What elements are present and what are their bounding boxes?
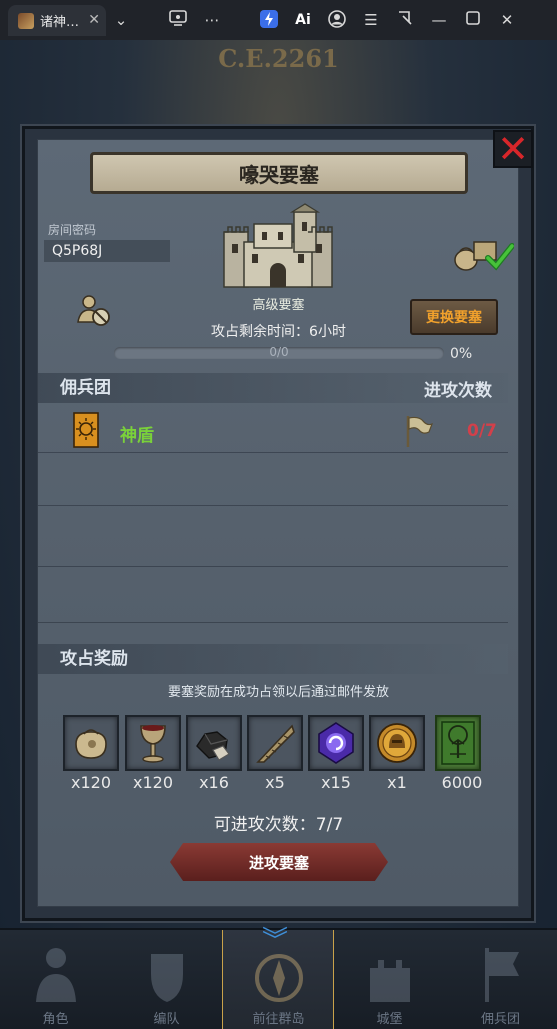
nav-item-character[interactable]: 角色 bbox=[0, 930, 111, 1029]
occupy-progress-bar: 0/0 bbox=[114, 345, 444, 359]
reward-slot-sack[interactable] bbox=[63, 715, 119, 771]
remaining-attacks: 可进攻次数：7/7 bbox=[213, 815, 344, 835]
goblet-icon bbox=[140, 725, 166, 763]
sack-icon bbox=[75, 729, 107, 759]
attack-fortress-button[interactable]: 进攻要塞 bbox=[170, 843, 388, 881]
dialog-title: 嚎哭要塞 bbox=[239, 162, 319, 187]
window-close-icon[interactable]: ✕ bbox=[496, 10, 518, 30]
horn-icon bbox=[256, 724, 295, 763]
reward-qty: x5 bbox=[265, 773, 285, 792]
castle-icon bbox=[223, 203, 333, 288]
loot-collected-icon bbox=[454, 241, 514, 271]
occupy-progress-text: 0/0 bbox=[269, 345, 289, 359]
attack-count-header: 进攻次数 bbox=[424, 381, 492, 401]
nav-indicator-chevron-icon: ︾ bbox=[262, 926, 289, 956]
ore-icon bbox=[196, 731, 230, 761]
tab-close-icon[interactable]: ✕ bbox=[88, 12, 100, 28]
room-password-value: Q5P68J bbox=[44, 240, 170, 262]
attack-fortress-label: 进攻要塞 bbox=[248, 853, 309, 872]
browser-tab-bar: 诸神… ✕ ⌄ ⋯ Ai ☰ — ✕ bbox=[0, 0, 557, 40]
nav-label: 佣兵团 bbox=[480, 1012, 520, 1027]
character-icon bbox=[36, 948, 76, 1002]
mercenary-banner-icon bbox=[485, 948, 519, 1002]
occupy-time-left: 攻占剩余时间：6小时 bbox=[211, 324, 346, 340]
row-divider bbox=[38, 566, 508, 567]
reward-slot-ore[interactable] bbox=[186, 715, 242, 771]
crystal-icon bbox=[318, 722, 354, 764]
formation-icon bbox=[151, 954, 183, 1002]
mercenary-name[interactable]: 神盾 bbox=[120, 421, 154, 446]
maximize-icon[interactable] bbox=[462, 10, 484, 30]
mercenary-attack-count: 0/7 bbox=[467, 421, 497, 441]
reward-slot-guild-banner[interactable] bbox=[435, 715, 481, 771]
dialog-title-banner: 嚎哭要塞 bbox=[90, 152, 468, 194]
browser-tab[interactable]: 诸神… ✕ bbox=[8, 5, 106, 36]
more-icon[interactable]: ⋯ bbox=[201, 10, 223, 30]
nav-label: 城堡 bbox=[376, 1012, 403, 1027]
reward-qty: x16 bbox=[199, 773, 229, 792]
reward-slot-goblet[interactable] bbox=[125, 715, 181, 771]
reward-qty: x1 bbox=[387, 773, 407, 792]
nav-item-mercenary[interactable]: 佣兵团 bbox=[445, 930, 557, 1029]
minimize-icon[interactable]: — bbox=[428, 10, 450, 30]
tab-title: 诸神… bbox=[40, 15, 80, 30]
helmet-coin-icon bbox=[377, 723, 417, 763]
era-label: C.E.2261 bbox=[218, 44, 339, 73]
reward-header: 攻占奖励 bbox=[60, 649, 128, 669]
nav-item-formation[interactable]: 编队 bbox=[111, 930, 222, 1029]
reward-slot-helmet-coin[interactable] bbox=[369, 715, 425, 771]
occupy-progress-percent: 0% bbox=[450, 346, 473, 362]
game-favicon-icon bbox=[18, 12, 34, 29]
nav-item-castle[interactable]: 城堡 bbox=[334, 930, 445, 1029]
reward-qty: x120 bbox=[70, 773, 111, 792]
row-divider bbox=[38, 622, 508, 623]
crop-icon[interactable] bbox=[394, 10, 416, 31]
reward-slot-horn[interactable] bbox=[247, 715, 303, 771]
reward-note: 要塞奖励在成功占领以后通过邮件发放 bbox=[167, 685, 389, 700]
tree-banner-icon bbox=[441, 721, 475, 765]
ai-icon[interactable]: Ai bbox=[290, 10, 316, 30]
close-x-icon: ✕ bbox=[497, 127, 529, 171]
close-dialog-button[interactable]: ✕ bbox=[493, 130, 533, 168]
nav-label: 前往群岛 bbox=[252, 1012, 305, 1027]
nav-label: 角色 bbox=[42, 1012, 69, 1027]
castle-nav-icon bbox=[370, 960, 410, 1002]
room-password-label: 房间密码 bbox=[48, 223, 97, 237]
chevron-down-icon[interactable]: ⌄ bbox=[110, 10, 132, 30]
mercenary-header: 佣兵团 bbox=[60, 378, 111, 398]
row-divider bbox=[38, 452, 508, 453]
bolt-icon[interactable] bbox=[258, 10, 280, 33]
attack-flag-icon bbox=[406, 416, 433, 447]
row-divider bbox=[38, 505, 508, 506]
reward-slot-crystal[interactable] bbox=[308, 715, 364, 771]
guild-emblem-icon bbox=[73, 412, 99, 448]
cast-icon[interactable] bbox=[167, 10, 189, 31]
menu-icon[interactable]: ☰ bbox=[360, 10, 382, 30]
reward-qty: x120 bbox=[132, 773, 173, 792]
account-icon[interactable] bbox=[326, 10, 348, 33]
reward-section-header: 攻占奖励 bbox=[38, 644, 508, 674]
reward-qty: 6000 bbox=[441, 773, 483, 792]
nav-label: 编队 bbox=[153, 1012, 180, 1027]
reward-qty: x15 bbox=[321, 773, 351, 792]
